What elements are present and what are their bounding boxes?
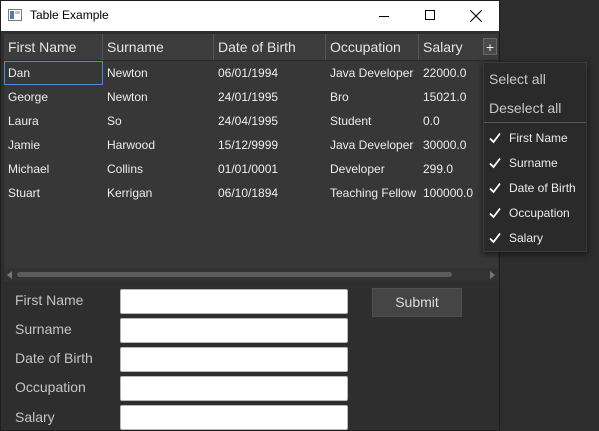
submit-button[interactable]: Submit [372,288,462,317]
table-cell[interactable]: Developer [326,157,419,181]
column-header-surname[interactable]: Surname [103,34,214,60]
table-cell[interactable]: George [4,85,103,109]
table-cell[interactable]: Collins [103,157,214,181]
column-toggle-item[interactable]: Surname [489,153,558,173]
checkmark-icon [489,182,501,194]
column-toggle-label: Salary [509,231,544,245]
column-toggle-label: Occupation [509,206,570,220]
table-cell[interactable]: Newton [103,85,214,109]
table-cell[interactable]: 24/04/1995 [214,109,326,133]
scrollbar-thumb[interactable] [17,272,452,277]
table-cell[interactable]: 22000.0 [419,61,481,85]
table-cell[interactable]: Newton [103,61,214,85]
table-row[interactable]: Michael Collins 01/01/0001 Developer 299.0 [4,157,483,181]
table-cell[interactable]: Teaching Fellow [326,181,419,205]
checkmark-icon [489,232,501,244]
column-toggle-label: First Name [509,131,568,145]
table-cell[interactable]: Kerrigan [103,181,214,205]
table-cell[interactable]: Java Developer [326,133,419,157]
column-toggle-item[interactable]: Salary [489,228,543,248]
app-window: Table Example First Name Surname Date of… [0,0,500,431]
table-row[interactable]: Stuart Kerrigan 06/10/1894 Teaching Fellow 1… [4,181,483,205]
table-cell[interactable]: Stuart [4,181,103,205]
table-row[interactable]: Jamie Harwood 15/12/9999 Java Developer 3000… [4,133,483,157]
surname-input[interactable] [120,318,348,343]
first-name-input[interactable] [120,289,348,314]
date-of-birth-label: Date of Birth [15,350,93,366]
column-header-occupation[interactable]: Occupation [326,34,419,60]
minimize-button[interactable] [361,1,407,31]
window-title: Table Example [30,8,109,22]
column-header-date-of-birth[interactable]: Date of Birth [214,34,326,60]
table-cell[interactable]: Michael [4,157,103,181]
horizontal-scrollbar[interactable] [4,268,498,281]
column-toggle-item[interactable]: Date of Birth [489,178,576,198]
column-toggle-item[interactable]: First Name [489,128,568,148]
table-cell[interactable]: Dan [4,61,103,85]
title-bar[interactable]: Table Example [1,1,499,31]
table-cell[interactable]: 06/10/1894 [214,181,326,205]
table-cell[interactable]: So [103,109,214,133]
table-row[interactable]: George Newton 24/01/1995 Bro 15021.0 [4,85,483,109]
data-table[interactable]: First Name Surname Date of Birth Occupat… [4,34,498,281]
column-menu-button[interactable]: + [483,38,497,55]
table-cell[interactable]: 24/01/1995 [214,85,326,109]
date-of-birth-input[interactable] [120,347,348,372]
scroll-right-icon[interactable] [490,271,495,279]
table-cell[interactable]: Bro [326,85,419,109]
table-cell[interactable]: 01/01/0001 [214,157,326,181]
scroll-left-icon[interactable] [7,271,12,279]
table-row[interactable]: Laura So 24/04/1995 Student 0.0 [4,109,483,133]
column-visibility-menu: Select all Deselect all First Name Surnam… [483,62,587,252]
table-cell[interactable]: 30000.0 [419,133,481,157]
table-cell[interactable]: 15/12/9999 [214,133,326,157]
table-cell[interactable]: 06/01/1994 [214,61,326,85]
surname-label: Surname [15,321,72,337]
column-toggle-label: Date of Birth [509,181,576,195]
column-toggle-label: Surname [509,156,558,170]
salary-input[interactable] [120,405,348,430]
salary-label: Salary [15,409,55,425]
checkmark-icon [489,157,501,169]
occupation-label: Occupation [15,379,86,395]
app-icon [8,9,22,21]
table-cell[interactable]: Student [326,109,419,133]
table-cell[interactable]: Harwood [103,133,214,157]
maximize-button[interactable] [407,1,453,31]
column-header-first-name[interactable]: First Name [4,34,103,60]
column-toggle-item[interactable]: Occupation [489,203,570,223]
close-button[interactable] [453,1,499,31]
table-cell[interactable]: Laura [4,109,103,133]
table-cell[interactable]: Java Developer [326,61,419,85]
checkmark-icon [489,207,501,219]
table-cell[interactable]: 299.0 [419,157,481,181]
select-all-item[interactable]: Select all [489,71,546,87]
table-header: First Name Surname Date of Birth Occupat… [4,34,498,61]
close-icon [470,10,482,22]
table-cell[interactable]: 15021.0 [419,85,481,109]
table-cell[interactable]: 0.0 [419,109,481,133]
table-cell[interactable]: 100000.0 [419,181,481,205]
checkmark-icon [489,132,501,144]
menu-separator [484,122,586,123]
first-name-label: First Name [15,292,84,308]
column-header-salary[interactable]: Salary [419,34,481,60]
table-row[interactable]: Dan Newton 06/01/1994 Java Developer 22000.0 [4,61,483,85]
table-cell[interactable]: Jamie [4,133,103,157]
occupation-input[interactable] [120,376,348,401]
deselect-all-item[interactable]: Deselect all [489,100,561,116]
